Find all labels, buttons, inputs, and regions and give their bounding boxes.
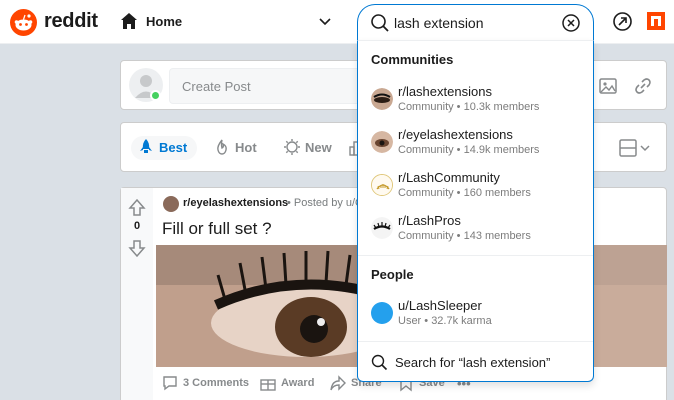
gift-icon [260, 379, 276, 391]
search-icon [371, 14, 389, 32]
community-members: Community • 160 members [398, 187, 531, 199]
chevron-down-icon [319, 18, 331, 26]
post-title[interactable]: Fill or full set ? [162, 219, 272, 239]
layout-view-icon[interactable] [619, 138, 655, 158]
flame-icon [217, 139, 227, 155]
search-icon [371, 354, 388, 371]
reddit-logo-icon[interactable] [10, 9, 37, 36]
downvote-arrow-icon[interactable] [128, 238, 146, 258]
community-members: Community • 143 members [398, 230, 531, 242]
user-suggestion[interactable]: u/LashSleeper User • 32.7k karma [358, 294, 593, 336]
community-suggestion[interactable]: r/LashCommunity Community • 160 members [358, 166, 593, 208]
community-name: r/LashCommunity [398, 170, 500, 185]
sort-hot-label: Hot [235, 140, 257, 155]
new-burst-icon [284, 139, 300, 155]
award-label: Award [281, 377, 315, 389]
user-name: u/LashSleeper [398, 298, 482, 313]
search-input[interactable] [394, 13, 554, 33]
community-avatar [371, 88, 393, 110]
post-subreddit-link[interactable]: r/eyelashextensions [183, 197, 288, 209]
community-avatar [371, 131, 393, 153]
share-arrow-icon [330, 375, 346, 391]
home-icon [121, 13, 137, 29]
search-suggestions-dropdown: Communities r/lashextensions Community •… [357, 40, 594, 382]
community-name: r/eyelashextensions [398, 127, 513, 142]
sort-best-button[interactable]: Best [131, 136, 197, 160]
search-bar[interactable] [357, 4, 594, 40]
popular-arrow-icon[interactable] [612, 11, 633, 32]
dropdown-divider [358, 341, 593, 342]
link-icon[interactable] [633, 76, 653, 96]
user-avatar [371, 302, 393, 324]
sort-new-button[interactable]: New [277, 136, 339, 160]
clear-search-icon[interactable] [561, 13, 581, 33]
vote-column: 0 [121, 188, 153, 400]
people-heading: People [371, 267, 414, 282]
community-suggestion[interactable]: r/lashextensions Community • 10.3k membe… [358, 80, 593, 122]
user-karma: User • 32.7k karma [398, 315, 492, 327]
community-name: r/lashextensions [398, 84, 492, 99]
community-suggestion[interactable]: r/LashPros Community • 143 members [358, 209, 593, 251]
reddit-wordmark[interactable]: reddit [44, 10, 98, 33]
sort-new-label: New [305, 140, 332, 155]
image-upload-icon[interactable] [598, 76, 618, 96]
community-members: Community • 14.9k members [398, 144, 540, 156]
top-header: reddit Home [0, 0, 674, 44]
community-name: r/LashPros [398, 213, 461, 228]
community-avatar [371, 174, 393, 196]
dropdown-divider [358, 255, 593, 256]
home-feed-selector[interactable]: Home [118, 10, 338, 34]
home-label: Home [146, 14, 183, 29]
community-avatar [371, 217, 393, 239]
sort-hot-button[interactable]: Hot [207, 136, 267, 160]
upvote-arrow-icon[interactable] [128, 198, 146, 218]
online-status-dot [150, 90, 161, 101]
sort-best-label: Best [159, 140, 188, 155]
comment-icon [163, 376, 177, 391]
vote-count: 0 [133, 220, 141, 232]
comments-label: 3 Comments [183, 377, 250, 389]
community-members: Community • 10.3k members [398, 101, 540, 113]
community-suggestion[interactable]: r/eyelashextensions Community • 14.9k me… [358, 123, 593, 165]
communities-heading: Communities [371, 52, 454, 67]
coins-shop-icon[interactable] [646, 11, 666, 31]
search-for-label: Search for “lash extension” [395, 355, 551, 370]
rocket-icon [140, 139, 152, 153]
subreddit-avatar[interactable] [163, 196, 179, 212]
